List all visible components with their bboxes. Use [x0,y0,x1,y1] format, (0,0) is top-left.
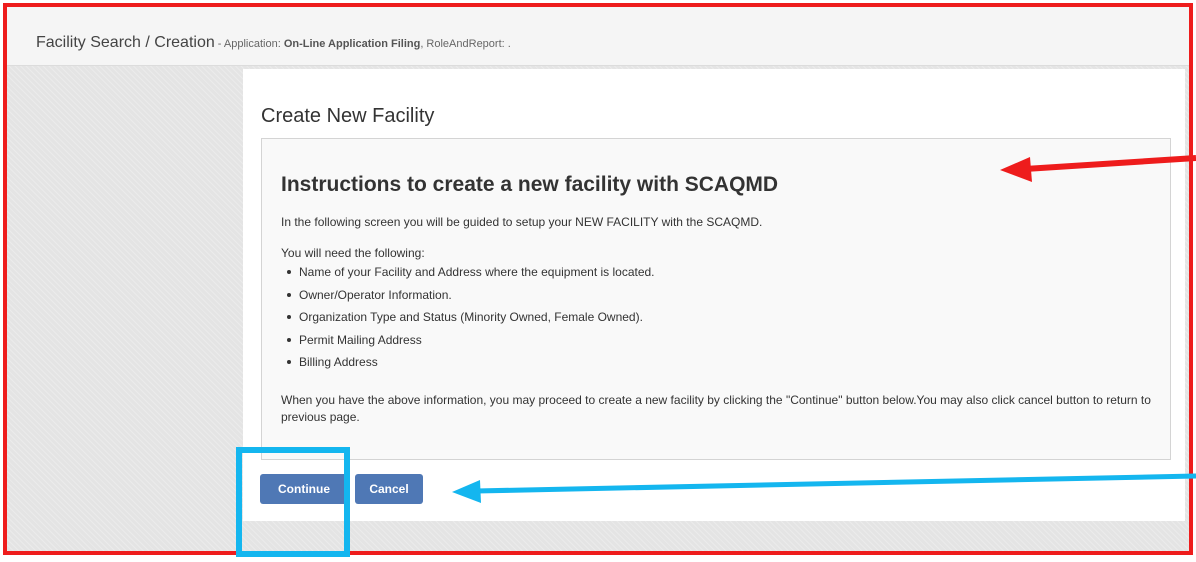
blue-arrow-icon [452,473,1196,503]
red-arrow-icon [1000,155,1196,182]
annotation-arrows [452,155,1196,503]
